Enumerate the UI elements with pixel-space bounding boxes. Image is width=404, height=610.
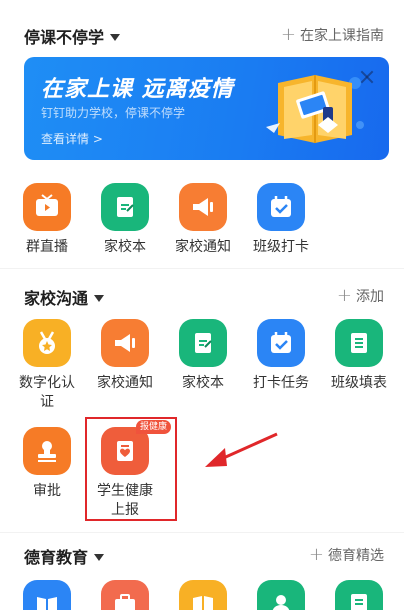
- app-item-label: 打卡任务: [253, 375, 309, 391]
- form-icon: [351, 333, 367, 353]
- app-item-label: 数字化认证: [19, 375, 75, 410]
- app-item-label: 班级填表: [331, 375, 387, 391]
- app-item-approval[interactable]: 审批: [7, 427, 87, 501]
- app-item-label: 家校通知: [97, 375, 153, 391]
- guide-link[interactable]: + 在家上课指南: [281, 25, 384, 45]
- divider: [0, 268, 404, 269]
- section-title-dropdown[interactable]: 德育教育: [24, 544, 105, 568]
- app-item-class-form[interactable]: 班级填表: [319, 319, 399, 393]
- guide-link-label: 在家上课指南: [300, 28, 384, 44]
- app-tile: [23, 319, 71, 367]
- app-item-label: 家校本: [182, 375, 224, 391]
- app-tile: [179, 319, 227, 367]
- app-item-label: 群直播: [26, 239, 68, 255]
- app-tile: [101, 183, 149, 231]
- caret-down-icon: [110, 33, 121, 41]
- app-item-notice-2[interactable]: 家校通知: [85, 319, 165, 393]
- highlight-annotation-box: [85, 417, 177, 521]
- section-header-home-school: 家校沟通 + 添加: [0, 285, 404, 315]
- banner-close-button[interactable]: [359, 69, 375, 85]
- app-item-partial-3[interactable]: [163, 580, 243, 610]
- banner-details-link[interactable]: 查看详情 >: [41, 130, 103, 147]
- app-item-digital-cert[interactable]: 数字化认证: [7, 319, 87, 412]
- document-icon: [351, 594, 367, 610]
- section-header-remote-class: 停课不停学 + 在家上课指南: [0, 24, 404, 54]
- book-open-icon: [193, 596, 213, 610]
- app-tile: [101, 580, 149, 610]
- tv-icon: [36, 194, 58, 216]
- notebook-icon: [117, 197, 134, 217]
- app-tile: [257, 319, 305, 367]
- plus-icon: +: [308, 544, 324, 565]
- app-tile: [23, 427, 71, 475]
- app-item-label: 家校通知: [175, 239, 231, 255]
- section-title-dropdown[interactable]: 家校沟通: [24, 285, 105, 309]
- notebook-icon: [195, 333, 212, 353]
- stamp-icon: [38, 441, 56, 462]
- book-icon: [37, 597, 57, 610]
- app-item-label: 班级打卡: [253, 239, 309, 255]
- plus-icon: +: [336, 285, 352, 306]
- app-tile: [335, 580, 383, 610]
- app-item-checkin-task[interactable]: 打卡任务: [241, 319, 321, 393]
- add-link-label: 添加: [356, 289, 384, 305]
- app-tile: [23, 183, 71, 231]
- app-item-live[interactable]: 群直播: [7, 183, 87, 257]
- app-tile: [23, 580, 71, 610]
- divider: [0, 532, 404, 533]
- add-link[interactable]: + 添加: [337, 286, 384, 306]
- megaphone-icon: [193, 198, 213, 216]
- app-item-partial-5[interactable]: [319, 580, 399, 610]
- section-title-label: 德育教育: [24, 548, 89, 567]
- book-illustration-icon: [266, 75, 364, 143]
- app-tile: [101, 319, 149, 367]
- medal-icon: [39, 331, 55, 354]
- banner-subtitle: 钉钉助力学校，停课不停学: [41, 106, 186, 120]
- app-tile: [179, 183, 227, 231]
- promo-banner[interactable]: 在家上课 远离疫情 钉钉助力学校，停课不停学 查看详情 >: [24, 57, 389, 160]
- app-tile: [257, 580, 305, 610]
- calendar-check-icon: [271, 332, 291, 353]
- app-item-partial-2[interactable]: [85, 580, 165, 610]
- section-title-label: 停课不停学: [24, 28, 105, 47]
- plus-icon: +: [280, 24, 296, 45]
- app-tile: [335, 319, 383, 367]
- section-title-dropdown[interactable]: 停课不停学: [24, 24, 121, 48]
- section-header-moral-education: 德育教育 + 德育精选: [0, 544, 404, 574]
- app-item-homework[interactable]: 家校本: [85, 183, 165, 257]
- app-item-label: 审批: [33, 483, 61, 499]
- app-tile: [179, 580, 227, 610]
- moral-selection-link[interactable]: + 德育精选: [309, 545, 384, 565]
- section-title-label: 家校沟通: [24, 289, 89, 308]
- banner-title: 在家上课 远离疫情: [41, 77, 234, 102]
- app-item-notice[interactable]: 家校通知: [163, 183, 243, 257]
- moral-selection-label: 德育精选: [328, 548, 384, 564]
- arrow-annotation-icon: [205, 432, 278, 467]
- app-item-label: 家校本: [104, 239, 146, 255]
- toolbox-icon: [115, 594, 135, 610]
- app-item-checkin[interactable]: 班级打卡: [241, 183, 321, 257]
- app-tile: [257, 183, 305, 231]
- calendar-check-icon: [271, 196, 291, 217]
- person-icon: [272, 595, 290, 610]
- app-item-partial-4[interactable]: [241, 580, 321, 610]
- app-item-partial-1[interactable]: [7, 580, 87, 610]
- megaphone-icon: [115, 334, 135, 352]
- app-item-homework-2[interactable]: 家校本: [163, 319, 243, 393]
- caret-down-icon: [94, 553, 105, 561]
- caret-down-icon: [94, 294, 105, 302]
